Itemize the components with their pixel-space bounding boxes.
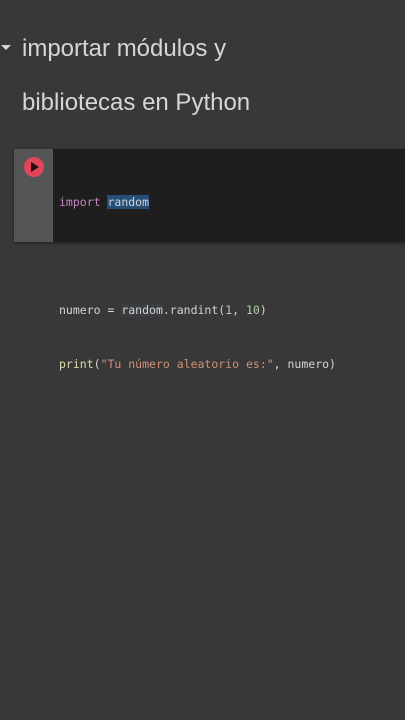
section-heading-line2: bibliotecas en Python xyxy=(22,89,251,116)
section-heading: importar módulos y bibliotecas en Python xyxy=(22,22,392,130)
selected-module-name: random xyxy=(107,195,150,209)
highlighted-random: random xyxy=(121,303,163,317)
play-icon xyxy=(31,162,39,172)
caret-down-icon[interactable] xyxy=(1,42,11,52)
code-line-4: print("Tu número aleatorio es:", numero) xyxy=(59,355,405,373)
cell-gutter xyxy=(14,149,53,242)
code-line-3: numero = random.randint(1, 10) xyxy=(59,301,405,319)
randint-call: .randint( xyxy=(162,303,226,317)
text-section-header: importar módulos y bibliotecas en Python xyxy=(0,22,405,132)
variable-numero: numero xyxy=(59,303,101,317)
keyword-import: import xyxy=(59,195,101,209)
print-args-rest: , numero) xyxy=(273,357,336,371)
arg-separator: , xyxy=(232,303,246,317)
open-paren: ( xyxy=(93,357,101,371)
string-literal: "Tu número aleatorio es:" xyxy=(100,357,274,371)
assign-operator: = xyxy=(100,303,122,317)
arg-max: 10 xyxy=(245,303,260,317)
run-cell-button[interactable] xyxy=(24,157,44,177)
code-line-1: import random xyxy=(59,193,405,211)
notebook-page: importar módulos y bibliotecas en Python… xyxy=(0,0,405,720)
close-paren: ) xyxy=(259,303,267,317)
print-function: print xyxy=(59,357,94,371)
section-heading-line1: importar módulos y xyxy=(22,35,227,62)
code-editor[interactable]: import random numero = random.randint(1,… xyxy=(59,157,405,409)
code-cell[interactable]: import random numero = random.randint(1,… xyxy=(14,149,405,371)
